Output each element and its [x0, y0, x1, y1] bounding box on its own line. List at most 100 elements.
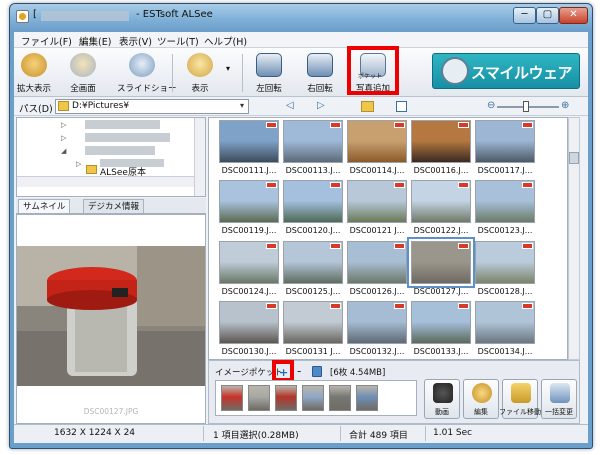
thumbnail[interactable] — [347, 120, 407, 163]
pocket-thumbnail[interactable] — [302, 385, 324, 411]
menu-tools[interactable]: ツール(T) — [157, 34, 199, 48]
zoom-in-icon[interactable]: ⊕ — [561, 100, 569, 111]
pocket-thumbnail[interactable] — [356, 385, 378, 411]
movie-button[interactable]: 動画 — [424, 379, 460, 419]
folder-up-icon[interactable] — [361, 101, 374, 112]
thumbnail[interactable] — [219, 120, 279, 163]
thumbnail[interactable] — [407, 237, 475, 288]
thumbnail[interactable] — [475, 301, 535, 344]
thumbnail[interactable] — [283, 241, 343, 284]
thumbnail-filename: DSC00113.J... — [285, 166, 341, 175]
menu-view[interactable]: 表示(V) — [119, 34, 152, 48]
status-separator — [340, 426, 341, 441]
thumbnail[interactable] — [219, 180, 279, 223]
batch-change-label: 一括変更 — [545, 408, 573, 416]
pocket-thumbnail[interactable] — [329, 385, 351, 411]
jpg-badge-icon — [266, 303, 277, 309]
status-separator — [425, 426, 426, 441]
preview-image — [17, 246, 205, 386]
jpg-badge-icon — [330, 243, 341, 249]
thumbnail-filename: DSC00127.J... — [413, 287, 469, 296]
thumbnail[interactable] — [283, 180, 343, 223]
thumbnail[interactable] — [283, 120, 343, 163]
fullscreen-icon — [70, 53, 96, 77]
pocket-thumbnail[interactable] — [248, 385, 270, 411]
tree-expand-icon[interactable]: ▷ — [76, 160, 81, 168]
tree-expand-icon[interactable]: ◢ — [61, 147, 66, 155]
thumbnail[interactable] — [219, 301, 279, 344]
tree-scrollbar[interactable] — [194, 118, 205, 196]
tree-item-redacted[interactable] — [85, 146, 155, 155]
grid-scrollbar-thumb[interactable] — [569, 152, 579, 164]
pocket-add-icon[interactable]: + — [279, 366, 288, 379]
thumbnail[interactable] — [475, 180, 535, 223]
folder-move-icon — [511, 383, 531, 403]
thumbnail[interactable] — [411, 301, 471, 344]
tab-thumbnail[interactable]: サムネイル — [18, 199, 71, 213]
thumbnail[interactable] — [411, 120, 471, 163]
thumbnail-filename: DSC00111.J... — [221, 166, 277, 175]
thumbnail[interactable] — [283, 301, 343, 344]
thumbnail-filename: DSC00125.J... — [285, 287, 341, 296]
preview-filename: DSC00127.JPG — [83, 407, 139, 416]
toolbar-separator — [172, 54, 173, 92]
thumbnail[interactable] — [347, 180, 407, 223]
thumbnail-filename: DSC00133.J... — [413, 347, 469, 356]
pocket-thumbnail[interactable] — [275, 385, 297, 411]
path-value: D:¥Pictures¥ — [72, 101, 130, 111]
trash-icon[interactable] — [312, 366, 322, 377]
jpg-badge-icon — [522, 182, 533, 188]
menu-help[interactable]: ヘルプ(H) — [204, 34, 247, 48]
zoom-button[interactable]: 拡大表示 — [16, 50, 52, 95]
tab-digicam-info[interactable]: デジカメ情報 — [83, 199, 145, 213]
tree-item-redacted[interactable] — [85, 133, 170, 142]
rotate-left-label: 左回転 — [256, 84, 282, 94]
pocket-remove-icon[interactable]: - — [297, 364, 301, 378]
thumbnail[interactable] — [475, 241, 535, 284]
close-button[interactable]: ✕ — [559, 7, 588, 24]
thumbnail[interactable] — [219, 241, 279, 284]
rotate-right-icon — [307, 53, 333, 77]
path-dropdown-icon[interactable]: ▾ — [240, 101, 244, 110]
view-mode-icon[interactable] — [396, 101, 407, 112]
back-icon[interactable]: ◁ — [286, 100, 294, 111]
view-button[interactable]: 表示 — [182, 50, 218, 95]
rotate-right-button[interactable]: 右回転 — [302, 50, 338, 95]
status-selection: 1 項目選択(0.28MB) — [213, 431, 299, 441]
slideshow-button[interactable]: スライドショー — [117, 50, 177, 95]
tree-expand-icon[interactable]: ▷ — [61, 121, 66, 129]
thumbnail-filename: DSC00114.J... — [349, 166, 405, 175]
thumbnail[interactable] — [347, 241, 407, 284]
rotate-left-button[interactable]: 左回転 — [251, 50, 287, 95]
app-icon[interactable] — [16, 10, 29, 23]
zoom-slider-thumb[interactable] — [523, 101, 529, 112]
thumbnail-filename: DSC00128.J... — [477, 287, 533, 296]
thumbnail-filename: DSC00130.J... — [221, 347, 277, 356]
zoom-out-icon[interactable]: ⊖ — [487, 100, 495, 111]
thumbnail[interactable] — [347, 301, 407, 344]
tree-expand-icon[interactable]: ▷ — [61, 134, 66, 142]
menu-edit[interactable]: 編集(E) — [79, 34, 111, 48]
status-dimensions: 1632 X 1224 X 24 — [54, 428, 136, 438]
status-separator — [203, 426, 204, 441]
minimize-button[interactable]: ─ — [513, 7, 536, 24]
thumbnail-filename: DSC00116.J... — [413, 166, 469, 175]
thumbnail[interactable] — [475, 120, 535, 163]
file-move-button[interactable]: ファイル移動 — [499, 379, 541, 419]
tree-hscrollbar[interactable] — [17, 176, 194, 187]
tree-item-redacted[interactable] — [85, 120, 160, 129]
edit-button[interactable]: 編集 — [463, 379, 499, 419]
thumbnail-filename: DSC00132.J... — [349, 347, 405, 356]
forward-icon[interactable]: ▷ — [317, 100, 325, 111]
fullscreen-button[interactable]: 全画面 — [65, 50, 101, 95]
pocket-thumbnail[interactable] — [221, 385, 243, 411]
zoom-icon — [21, 53, 47, 77]
menu-file[interactable]: ファイル(F) — [21, 34, 72, 48]
rotate-left-icon — [256, 53, 282, 77]
view-dropdown-arrow[interactable]: ▾ — [226, 64, 230, 73]
maximize-button[interactable]: ▢ — [536, 7, 559, 24]
batch-change-button[interactable]: 一括変更 — [541, 379, 577, 419]
status-total: 合計 489 項目 — [349, 431, 408, 441]
thumbnail[interactable] — [411, 180, 471, 223]
jpg-badge-icon — [522, 122, 533, 128]
